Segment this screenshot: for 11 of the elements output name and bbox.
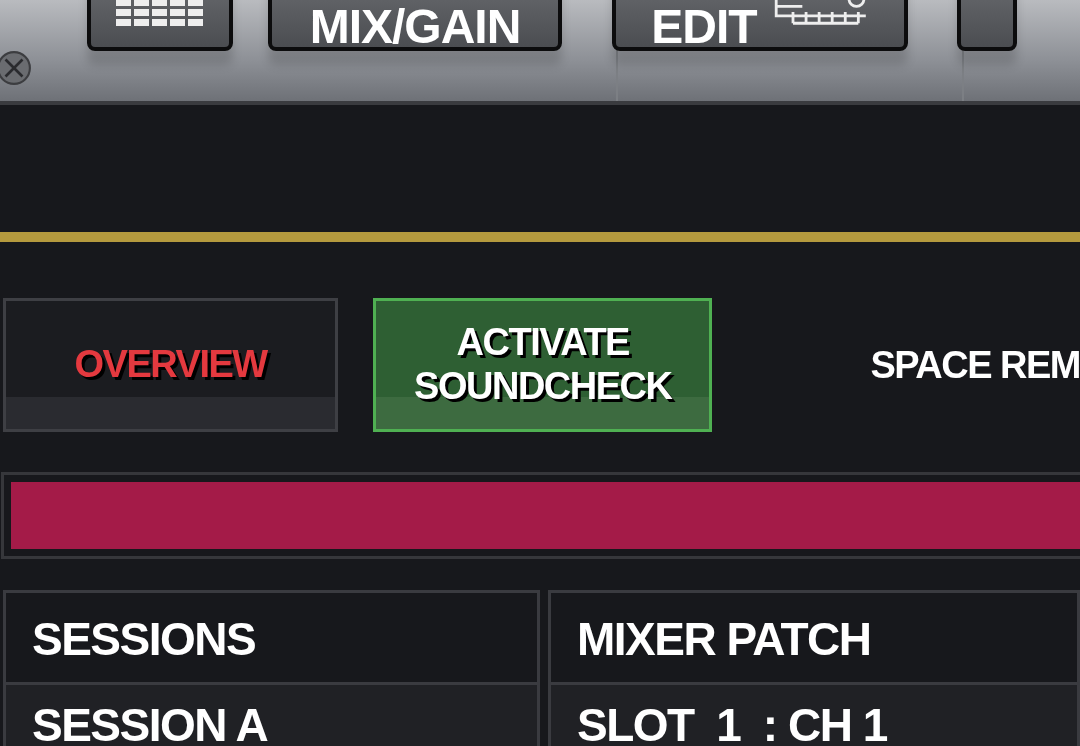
ruler-icon — [772, 0, 869, 27]
mode-button[interactable]: OVERVIEW — [3, 298, 339, 432]
toolbar-button[interactable]: MIX/GAIN — [268, 0, 562, 51]
column-header: SESSIONS — [3, 590, 540, 685]
column-header: MIXER PATCH — [548, 590, 1080, 685]
mode-button[interactable]: ACTIVATE SOUNDCHECK — [373, 298, 713, 432]
table-cell: SLOT 1 : CH 1 — [548, 685, 1080, 746]
table-cell: SESSION A — [3, 685, 540, 746]
space-remaining-label: SPACE REM — [870, 343, 1080, 387]
meter-icon — [116, 0, 204, 29]
toolbar-button[interactable]: EDIT — [612, 0, 908, 51]
